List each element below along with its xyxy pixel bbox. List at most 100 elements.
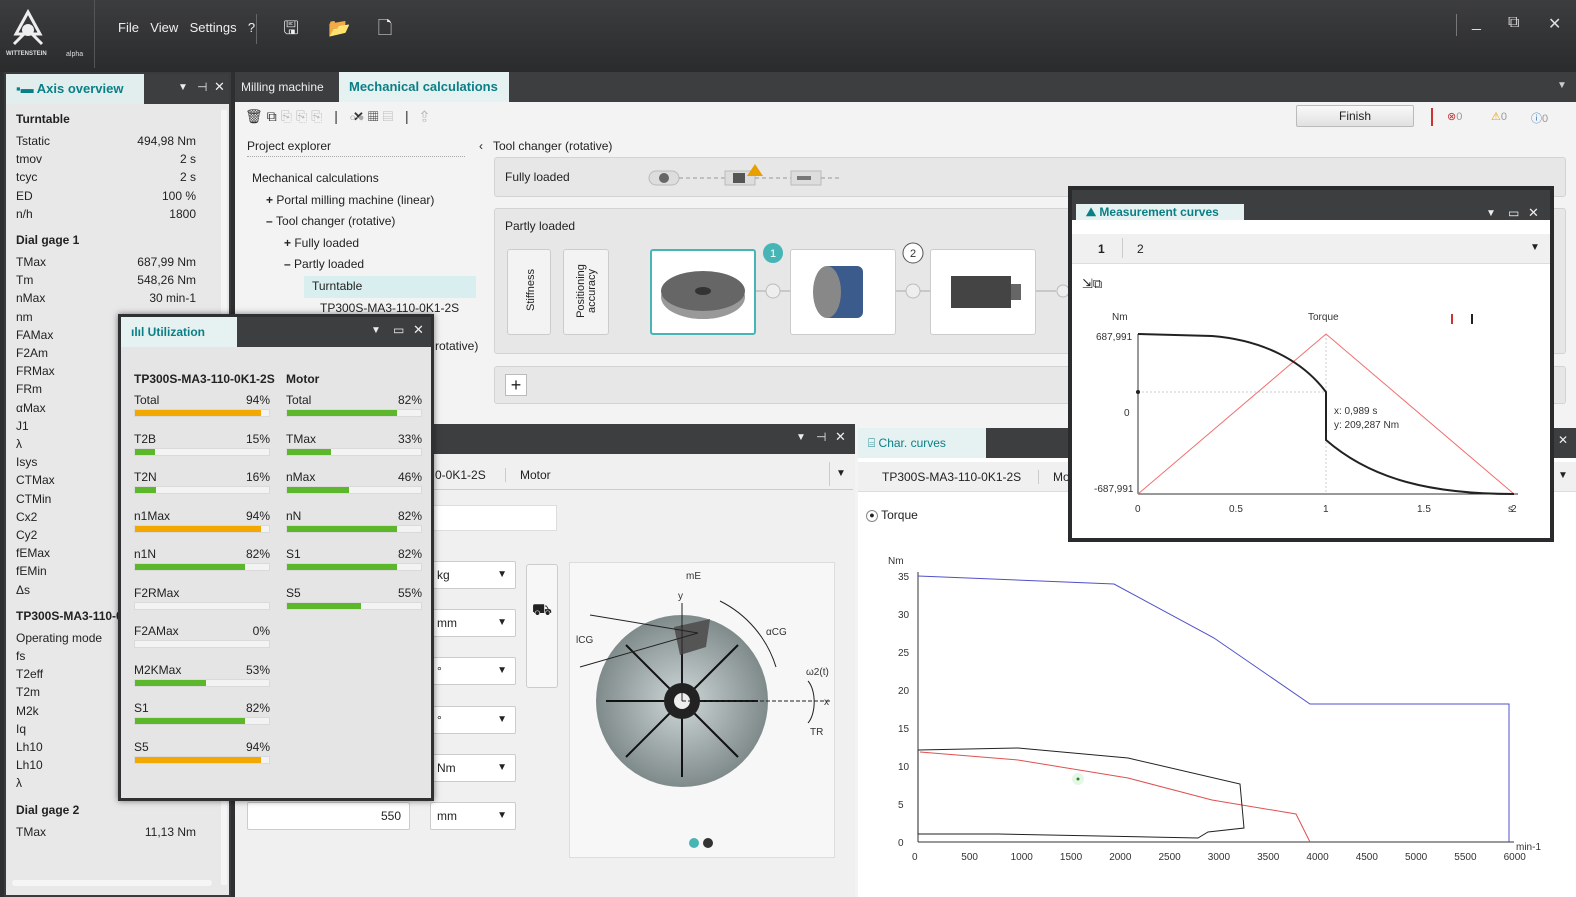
- utilization-percent: 55%: [397, 585, 422, 600]
- maximize-icon[interactable]: ▭: [1508, 206, 1519, 220]
- utilization-label: Total: [134, 393, 160, 407]
- collapse-icon[interactable]: ‹: [479, 139, 483, 153]
- svg-text:x: x: [824, 697, 829, 708]
- x-tick-label: 1000: [1011, 852, 1034, 863]
- axis-overview-tab[interactable]: ▪▬ Axis overview: [6, 74, 144, 104]
- svg-text:1: 1: [770, 248, 776, 260]
- wittenstein-logo-icon: [12, 8, 44, 46]
- gearbox-component[interactable]: [790, 249, 896, 335]
- tab-measurement-2[interactable]: 2: [1122, 238, 1144, 258]
- positioning-accuracy-button[interactable]: Positioning accuracy: [563, 249, 609, 335]
- dropdown-icon[interactable]: ▼: [796, 432, 806, 443]
- horizontal-scrollbar[interactable]: [12, 880, 212, 886]
- char-curves-tab[interactable]: ⌸ Char. curves: [858, 428, 986, 458]
- config-title: Tool changer (rotative): [493, 139, 613, 153]
- curve-icon: ⛰: [1086, 205, 1100, 219]
- torque-radio[interactable]: ● Torque: [866, 508, 918, 522]
- unit-select-angle[interactable]: ° ▼: [430, 657, 516, 685]
- utilization-percent: 82%: [397, 508, 422, 523]
- tree-item-partly-loaded[interactable]: – Partly loaded: [252, 254, 459, 276]
- menu-settings[interactable]: Settings: [190, 20, 237, 35]
- tree-item-tool-changer[interactable]: – Tool changer (rotative): [252, 211, 459, 233]
- param-label: Lh10: [16, 740, 43, 754]
- menu-view[interactable]: View: [150, 20, 178, 35]
- stiffness-button[interactable]: Stiffness: [507, 249, 551, 335]
- maximize-icon[interactable]: ▭: [393, 323, 404, 337]
- turntable-component[interactable]: [650, 249, 756, 335]
- doc-icon[interactable]: ▤: [382, 108, 397, 124]
- svg-text:x: 0,989 s: x: 0,989 s: [1334, 406, 1377, 417]
- tabs-dropdown-icon[interactable]: ▼: [829, 462, 846, 486]
- unit-select-angle-2[interactable]: ° ▼: [430, 706, 516, 734]
- unit-select-length[interactable]: mm ▼: [430, 609, 516, 637]
- tree-item-truncated: rotative): [435, 339, 479, 353]
- measurement-tab[interactable]: ⛰ Measurement curves: [1076, 204, 1244, 220]
- tab-milling-machine[interactable]: Milling machine: [241, 80, 324, 94]
- close-icon[interactable]: ✕: [1558, 433, 1568, 447]
- utilization-item: n1Max 94%: [134, 509, 270, 533]
- pin-icon[interactable]: ⊣: [816, 430, 826, 444]
- unit-select-mass[interactable]: kg ▼: [430, 561, 516, 589]
- export-icon[interactable]: ⇪: [421, 108, 433, 124]
- tree-item-turntable[interactable]: Turntable: [304, 275, 476, 298]
- dropdown-icon[interactable]: ▼: [1530, 242, 1540, 253]
- value-input[interactable]: 550: [247, 802, 410, 830]
- svg-text:0: 0: [1124, 408, 1130, 419]
- menu-help[interactable]: ?: [248, 20, 255, 35]
- dropdown-icon[interactable]: ▼: [178, 82, 188, 93]
- tree-item-mech-calc[interactable]: Mechanical calculations: [252, 168, 459, 190]
- motor-component[interactable]: [930, 249, 1036, 335]
- close-window-button[interactable]: ✕: [1548, 14, 1561, 34]
- close-icon[interactable]: ✕: [413, 322, 424, 338]
- close-icon[interactable]: ✕: [214, 79, 225, 95]
- input-field[interactable]: [433, 505, 557, 531]
- gearbox-image-icon: [813, 266, 863, 318]
- utilization-label: nMax: [286, 470, 316, 484]
- copy-icon[interactable]: ⧉: [267, 108, 281, 124]
- export-icon[interactable]: ⇲⧉: [1082, 276, 1102, 292]
- y-tick-label: 30: [898, 610, 910, 621]
- tab-mechanical-calculations[interactable]: Mechanical calculations ✕: [339, 72, 509, 124]
- tab-char-motor[interactable]: Mo: [1038, 470, 1070, 484]
- x-tick-label: 0.5: [1229, 504, 1243, 515]
- paste-icon[interactable]: ⎘⎘⎘: [281, 108, 327, 124]
- svg-text:y: y: [678, 591, 683, 602]
- calc-icon[interactable]: ▦: [368, 108, 383, 124]
- tree-item-fully-loaded[interactable]: + Fully loaded: [252, 233, 459, 255]
- svg-text:-687,991: -687,991: [1094, 484, 1134, 495]
- tab-char-gearbox[interactable]: TP300S-MA3-110-0K1-2S: [882, 470, 1021, 484]
- delete-icon[interactable]: 🗑: [245, 108, 267, 124]
- new-document-icon[interactable]: 🗋: [374, 17, 396, 39]
- dropdown-icon[interactable]: ▼: [1486, 208, 1496, 219]
- dropdown-icon[interactable]: ▼: [371, 325, 381, 336]
- menu-file[interactable]: File: [118, 20, 139, 35]
- divider: [1456, 14, 1457, 36]
- menu-bar: File View Settings ?: [118, 20, 263, 35]
- unit-select-torque[interactable]: Nm ▼: [430, 754, 516, 782]
- param-label: Tm: [16, 273, 34, 288]
- tab-measurement-1[interactable]: 1: [1098, 242, 1105, 256]
- save-icon[interactable]: 🖫: [280, 17, 302, 39]
- dropdown-icon[interactable]: ▼: [1558, 470, 1568, 481]
- finish-button[interactable]: Finish: [1296, 105, 1414, 127]
- pin-icon[interactable]: ⊣: [197, 80, 207, 94]
- y-tick-label: 10: [898, 762, 910, 773]
- utilization-bar-track: [134, 447, 270, 456]
- open-folder-icon[interactable]: 📂: [328, 17, 350, 39]
- tree-item-portal[interactable]: + Portal milling machine (linear): [252, 190, 459, 212]
- close-icon[interactable]: ✕: [835, 429, 846, 445]
- fully-loaded-chain-icon: [648, 164, 841, 186]
- motor-check-icon[interactable]: ⛟: [526, 564, 558, 688]
- link-icon[interactable]: ⊶: [350, 108, 368, 124]
- x-tick-label: 0: [912, 852, 918, 863]
- unit-select-length-2[interactable]: mm ▼: [430, 802, 516, 830]
- utilization-label: TMax: [286, 431, 316, 446]
- tabs-dropdown-icon[interactable]: ▼: [1557, 80, 1567, 91]
- add-button[interactable]: +: [505, 374, 527, 396]
- minimize-button[interactable]: _: [1472, 14, 1481, 32]
- restore-button[interactable]: ⧉: [1508, 14, 1519, 32]
- tab-gearbox[interactable]: 0-0K1-2S: [435, 468, 486, 482]
- utilization-tab[interactable]: ılıl Utilization: [121, 317, 237, 347]
- tab-motor[interactable]: Motor: [505, 468, 551, 482]
- close-icon[interactable]: ✕: [1528, 205, 1539, 221]
